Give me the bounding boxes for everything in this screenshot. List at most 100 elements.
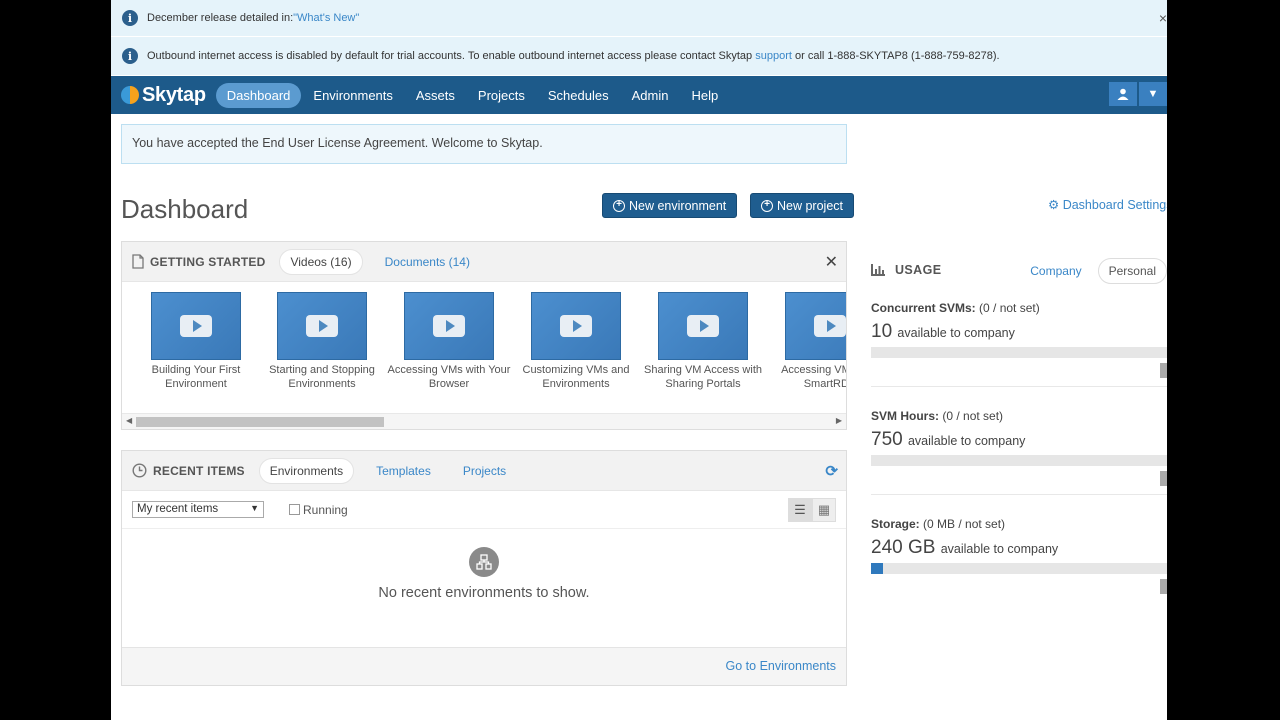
tab-videos[interactable]: Videos (16): [279, 248, 363, 275]
horizontal-scrollbar[interactable]: ◀ ▶: [122, 413, 846, 429]
release-notice-text: December release detailed in:: [147, 12, 294, 24]
grid-view-icon[interactable]: ▦: [812, 498, 836, 522]
recent-items-panel: RECENT ITEMS Environments Templates Proj…: [121, 450, 847, 686]
tab-projects[interactable]: Projects: [453, 459, 516, 483]
empty-message: No recent environments to show.: [378, 585, 590, 601]
running-checkbox[interactable]: Running: [289, 503, 348, 517]
play-icon: [306, 315, 338, 337]
video-title: Customizing VMs and Environments: [522, 364, 630, 390]
chevron-down-icon: ▼: [250, 503, 259, 513]
nav-help[interactable]: Help: [680, 83, 729, 108]
outbound-notice: i Outbound internet access is disabled b…: [111, 37, 1167, 75]
video-item[interactable]: Accessing VMs with SmartRDP: [767, 292, 846, 391]
video-carousel: Building Your First Environment Starting…: [122, 282, 846, 410]
tab-documents[interactable]: Documents (14): [375, 250, 480, 274]
divider: [871, 386, 1167, 387]
close-icon[interactable]: ✕: [825, 252, 838, 272]
metric-unit: available to company: [897, 326, 1015, 340]
clock-icon: [132, 463, 147, 478]
whats-new-link[interactable]: "What's New": [293, 12, 359, 24]
video-item[interactable]: Accessing VMs with Your Browser: [386, 292, 512, 391]
document-icon: [132, 254, 144, 269]
bar-end-marker: [1160, 471, 1167, 486]
video-thumbnail[interactable]: [404, 292, 494, 360]
video-thumbnail[interactable]: [151, 292, 241, 360]
usage-metric-concurrent-svms: Concurrent SVMs: (0 / not set) 10 availa…: [871, 301, 1167, 378]
nav-environments[interactable]: Environments: [302, 83, 403, 108]
recent-items-footer: Go to Environments: [122, 647, 846, 685]
usage-title: USAGE: [895, 263, 942, 277]
empty-state: No recent environments to show.: [122, 529, 846, 647]
gear-icon: ⚙: [1048, 198, 1060, 212]
usage-header: USAGE Company Personal: [871, 254, 1167, 286]
scroll-right-arrow-icon[interactable]: ▶: [836, 416, 842, 425]
metric-label: Storage:: [871, 517, 920, 531]
usage-bar: [871, 563, 1167, 574]
nav-dashboard[interactable]: Dashboard: [215, 82, 302, 108]
metric-detail: (0 MB / not set): [923, 517, 1006, 531]
nav-admin[interactable]: Admin: [621, 83, 680, 108]
video-item[interactable]: Sharing VM Access with Sharing Portals: [640, 292, 766, 391]
select-value: My recent items: [137, 503, 219, 515]
play-icon: [180, 315, 212, 337]
go-to-environments-link[interactable]: Go to Environments: [726, 659, 836, 673]
video-thumbnail[interactable]: [531, 292, 621, 360]
plus-circle-icon: +: [613, 199, 625, 212]
eula-alert: You have accepted the End User License A…: [121, 124, 847, 164]
scroll-left-arrow-icon[interactable]: ◀: [126, 416, 132, 425]
metric-value: 240 GB: [871, 537, 936, 558]
metric-detail: (0 / not set): [942, 409, 1004, 423]
video-title: Sharing VM Access with Sharing Portals: [644, 364, 762, 390]
info-icon: i: [122, 48, 138, 64]
tab-environments[interactable]: Environments: [258, 457, 355, 484]
nav-assets[interactable]: Assets: [405, 83, 466, 108]
nav-projects[interactable]: Projects: [467, 83, 536, 108]
usage-bar: [871, 347, 1167, 358]
chevron-down-icon[interactable]: ▼: [1139, 82, 1167, 106]
tab-templates[interactable]: Templates: [366, 459, 441, 483]
new-project-label: New project: [777, 198, 843, 213]
outbound-notice-text-2: or call 1-888-SKYTAP8 (1-888-759-8278).: [791, 50, 1000, 62]
new-project-button[interactable]: + New project: [750, 193, 854, 218]
recent-items-header: RECENT ITEMS Environments Templates Proj…: [122, 451, 846, 491]
play-icon: [433, 315, 465, 337]
usage-metric-svm-hours: SVM Hours: (0 / not set) 750 available t…: [871, 409, 1167, 486]
outbound-notice-text: Outbound internet access is disabled by …: [147, 50, 756, 62]
tab-company[interactable]: Company: [1022, 259, 1089, 283]
tab-personal[interactable]: Personal: [1097, 258, 1167, 284]
metric-unit: available to company: [940, 542, 1059, 556]
metric-value: 10: [871, 321, 893, 342]
video-thumbnail[interactable]: [277, 292, 367, 360]
environment-icon: [469, 547, 499, 577]
scrollbar-thumb[interactable]: [136, 417, 384, 427]
video-title: Accessing VMs with SmartRDP: [781, 364, 846, 390]
refresh-icon[interactable]: ⟳: [825, 462, 838, 480]
dashboard-settings-link[interactable]: ⚙ Dashboard Settings: [1048, 197, 1167, 212]
video-item[interactable]: Starting and Stopping Environments: [259, 292, 385, 391]
list-view-icon[interactable]: ☰: [788, 498, 812, 522]
skytap-logo[interactable]: Skytap: [121, 84, 206, 107]
user-icon[interactable]: [1109, 82, 1137, 106]
video-thumbnail[interactable]: [658, 292, 748, 360]
checkbox-box[interactable]: [289, 504, 300, 515]
getting-started-title: GETTING STARTED: [150, 254, 266, 269]
view-toggle: ☰ ▦: [788, 498, 836, 522]
new-environment-button[interactable]: + New environment: [602, 193, 738, 218]
video-item[interactable]: Customizing VMs and Environments: [513, 292, 639, 391]
close-icon[interactable]: ×: [1159, 10, 1167, 26]
nav-schedules[interactable]: Schedules: [537, 83, 620, 108]
video-thumbnail[interactable]: [785, 292, 846, 360]
running-label: Running: [303, 502, 348, 517]
getting-started-header: GETTING STARTED Videos (16) Documents (1…: [122, 242, 846, 282]
recent-items-select[interactable]: My recent items ▼: [132, 501, 264, 518]
play-icon: [814, 315, 846, 337]
getting-started-panel: GETTING STARTED Videos (16) Documents (1…: [121, 241, 847, 430]
video-title: Building Your First Environment: [151, 364, 241, 390]
bar-chart-icon: [871, 264, 885, 276]
support-link[interactable]: support: [755, 50, 792, 62]
logo-text: Skytap: [142, 83, 206, 106]
usage-panel: USAGE Company Personal Concurrent SVMs: …: [871, 254, 1167, 594]
bar-end-marker: [1160, 363, 1167, 378]
bar-end-marker: [1160, 579, 1167, 594]
video-item[interactable]: Building Your First Environment: [133, 292, 259, 391]
